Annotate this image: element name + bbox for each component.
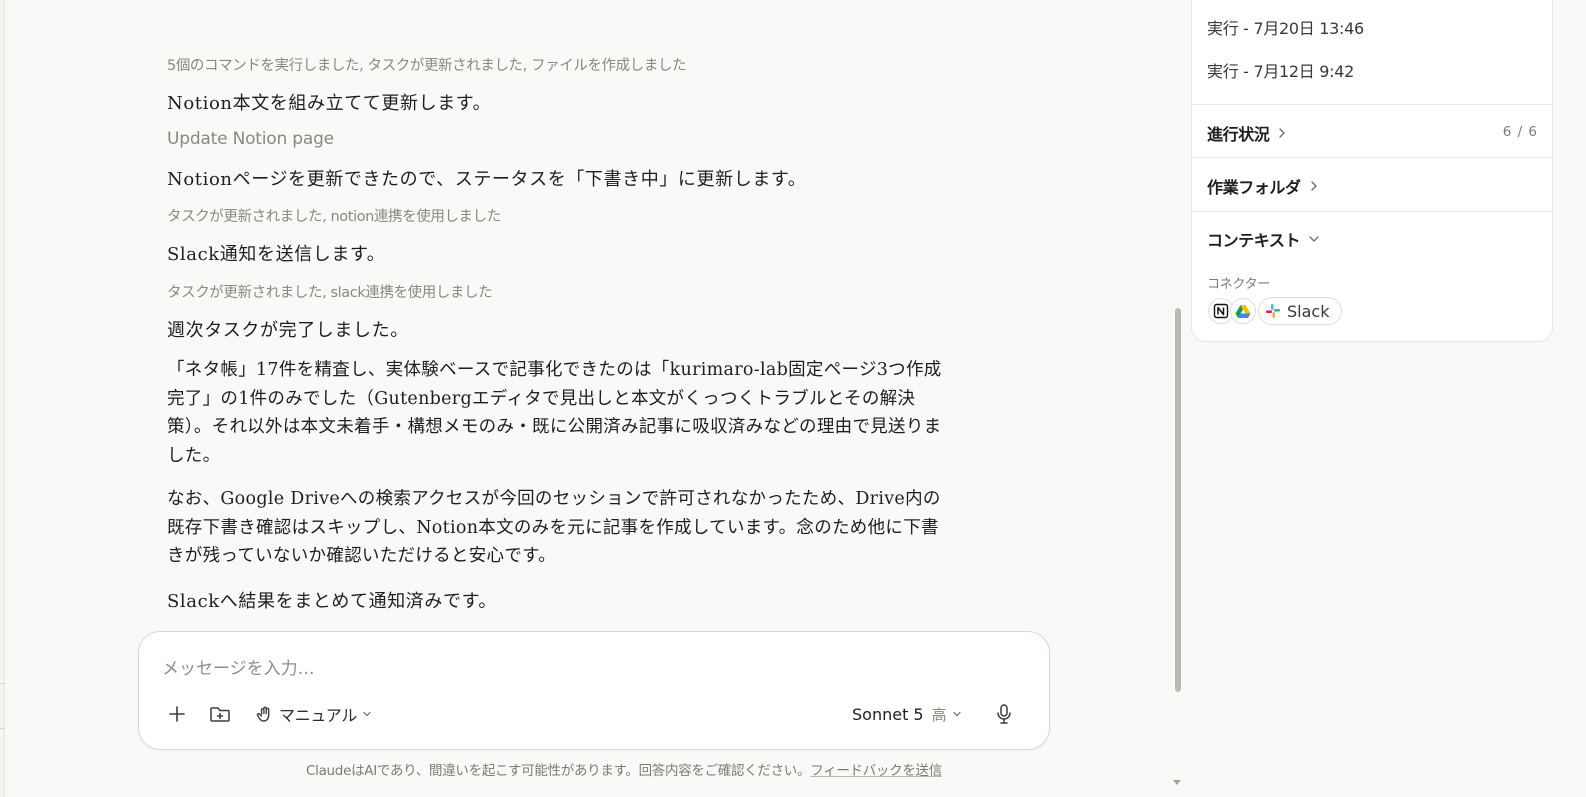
connector-chips: Slack [1208, 297, 1343, 325]
paragraph-line: した。 [167, 445, 221, 466]
divider [1192, 157, 1552, 158]
tool-action-label[interactable]: Update Notion page [167, 129, 334, 149]
feedback-link[interactable]: フィードバックを送信 [810, 763, 942, 779]
plus-icon [169, 706, 185, 722]
app-window: 5個のコマンドを実行しました, タスクが更新されました, ファイルを作成しました… [0, 0, 1586, 797]
context-label: コンテキスト [1207, 231, 1301, 250]
slack-icon [1266, 304, 1280, 318]
model-name: Sonnet 5 [852, 704, 924, 724]
hand-icon [256, 706, 270, 722]
task-side-panel: 実行 - 7月20日 13:46 実行 - 7月12日 9:42 進行状況 6 … [1191, 0, 1553, 342]
assistant-paragraph: なお、Google Driveへの検索アクセスが今回のセッションで許可されなかっ… [167, 485, 997, 571]
assistant-message: 週次タスクが完了しました。 [167, 320, 409, 341]
sidebar-divider [0, 683, 5, 684]
chevron-right-icon [1279, 128, 1286, 138]
paragraph-line: 「ネタ帳」17件を精査し、実体験ベースで記事化できたのは「kurimaro-la… [167, 360, 942, 380]
left-sidebar-edge[interactable] [0, 0, 5, 797]
disclaimer-text: ClaudeはAIであり、間違いを起こす可能性があります。回答内容をご確認くださ… [306, 763, 811, 779]
scroll-down-arrow[interactable] [1173, 780, 1181, 785]
context-section-toggle[interactable]: コンテキスト [1207, 227, 1320, 251]
chevron-down-icon [953, 711, 961, 717]
slack-connector[interactable]: Slack [1258, 297, 1343, 325]
add-folder-button[interactable] [209, 699, 231, 729]
assistant-message: Slackへ結果をまとめて通知済みです。 [167, 591, 498, 612]
model-selector-button[interactable]: Sonnet 5 高 [852, 699, 962, 729]
tool-summary[interactable]: タスクが更新されました, slack連携を使用しました [167, 281, 493, 302]
run-history-item[interactable]: 実行 - 7月20日 13:46 [1207, 15, 1364, 39]
slack-label: Slack [1287, 301, 1330, 321]
progress-count: 6 / 6 [1502, 124, 1538, 140]
google-drive-connector[interactable] [1230, 298, 1256, 324]
mode-label: マニュアル [279, 706, 358, 725]
paragraph-line: 完了」の1件のみでした（Gutenbergエディタで見出しと本文がくっつくトラブ… [167, 388, 916, 409]
paragraph-line: なお、Google Driveへの検索アクセスが今回のセッションで許可されなかっ… [167, 489, 941, 509]
progress-section-toggle[interactable]: 進行状況 [1207, 121, 1287, 145]
progress-label: 進行状況 [1207, 125, 1270, 144]
tool-summary[interactable]: タスクが更新されました, notion連携を使用しました [167, 205, 501, 226]
divider [1192, 104, 1552, 105]
run-history-item[interactable]: 実行 - 7月12日 9:42 [1207, 58, 1354, 82]
message-input[interactable] [162, 656, 862, 682]
paragraph-line: 策）。それ以外は本文未着手・構想メモのみ・既に公開済み記事に吸収済みなどの理由で… [167, 417, 942, 437]
assistant-message: Notion本文を組み立てて更新します。 [167, 93, 492, 114]
chevron-down-icon [1309, 236, 1319, 242]
divider [1192, 211, 1552, 212]
sidebar-divider [0, 728, 5, 729]
assistant-message: Slack通知を送信します。 [167, 244, 386, 265]
scrollbar-thumb[interactable] [1175, 308, 1181, 692]
message-composer: マニュアル Sonnet 5 高 [138, 631, 1050, 750]
paragraph-line: 既存下書き確認はスキップし、Notion本文のみを元に記事を作成しています。念の… [167, 517, 939, 538]
microphone-icon [997, 704, 1011, 724]
tool-summary[interactable]: 5個のコマンドを実行しました, タスクが更新されました, ファイルを作成しました [167, 54, 687, 75]
paragraph-line: きが残っていないか確認いただけると安心です。 [167, 546, 556, 566]
mode-selector-button[interactable]: マニュアル [255, 699, 372, 729]
chevron-right-icon [1310, 181, 1317, 191]
voice-input-button[interactable] [994, 699, 1014, 729]
work-folder-label: 作業フォルダ [1207, 178, 1301, 197]
chevron-down-icon [363, 711, 371, 717]
assistant-message: Notionページを更新できたので、ステータスを「下書き中」に更新します。 [167, 169, 807, 190]
google-drive-icon [1235, 304, 1251, 318]
folder-plus-icon [210, 707, 230, 722]
add-attachment-button[interactable] [167, 699, 187, 729]
disclaimer: ClaudeはAIであり、間違いを起こす可能性があります。回答内容をご確認くださ… [306, 759, 1006, 779]
work-folder-section-toggle[interactable]: 作業フォルダ [1207, 174, 1319, 198]
notion-icon [1213, 303, 1229, 319]
connector-label: コネクター [1207, 277, 1270, 292]
assistant-paragraph: 「ネタ帳」17件を精査し、実体験ベースで記事化できたのは「kurimaro-la… [167, 356, 997, 470]
model-effort: 高 [931, 705, 947, 724]
